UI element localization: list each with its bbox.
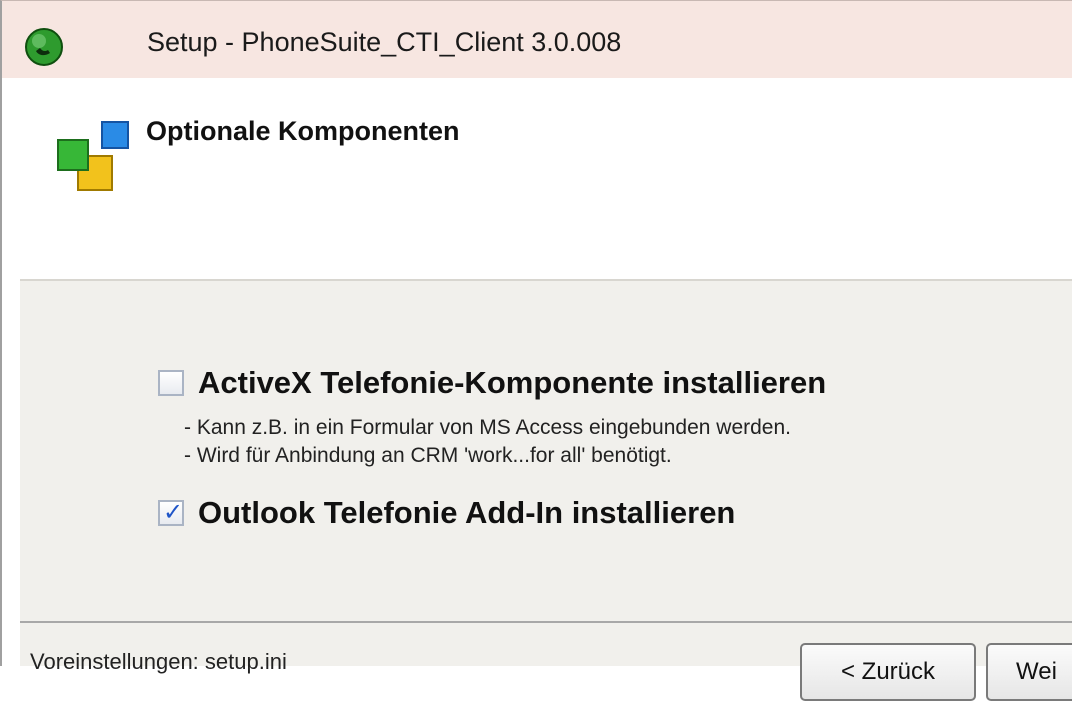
title-bar[interactable]: Setup - PhoneSuite_CTI_Client 3.0.008	[0, 0, 1072, 78]
next-button[interactable]: Wei	[986, 643, 1072, 701]
activex-checkbox[interactable]	[158, 370, 184, 396]
activex-label[interactable]: ActiveX Telefonie-Komponente installiere…	[198, 365, 826, 401]
setup-window: Setup - PhoneSuite_CTI_Client 3.0.008 Op…	[0, 0, 1072, 701]
outlook-checkbox[interactable]: ✓	[158, 498, 184, 526]
activex-description-1: - Kann z.B. in ein Formular von MS Acces…	[184, 416, 791, 439]
options-panel: ActiveX Telefonie-Komponente installiere…	[20, 281, 1072, 621]
wizard-content: Optionale Komponenten ActiveX Telefonie-…	[20, 78, 1072, 701]
components-icon	[57, 121, 129, 191]
checkmark-icon: ✓	[163, 498, 184, 526]
outlook-label[interactable]: Outlook Telefonie Add-In installieren	[198, 495, 735, 531]
activex-description-2: - Wird für Anbindung an CRM 'work...for …	[184, 444, 672, 467]
settings-file-label: Voreinstellungen: setup.ini	[30, 649, 287, 674]
window-frame	[0, 78, 20, 666]
back-button[interactable]: < Zurück	[800, 643, 976, 701]
wizard-header: Optionale Komponenten	[20, 78, 1072, 281]
page-title: Optionale Komponenten	[146, 116, 460, 146]
option-outlook[interactable]: ✓ Outlook Telefonie Add-In installieren	[158, 495, 735, 531]
window-title: Setup - PhoneSuite_CTI_Client 3.0.008	[147, 27, 622, 57]
option-activex[interactable]: ActiveX Telefonie-Komponente installiere…	[158, 365, 826, 401]
phone-icon	[25, 28, 63, 66]
